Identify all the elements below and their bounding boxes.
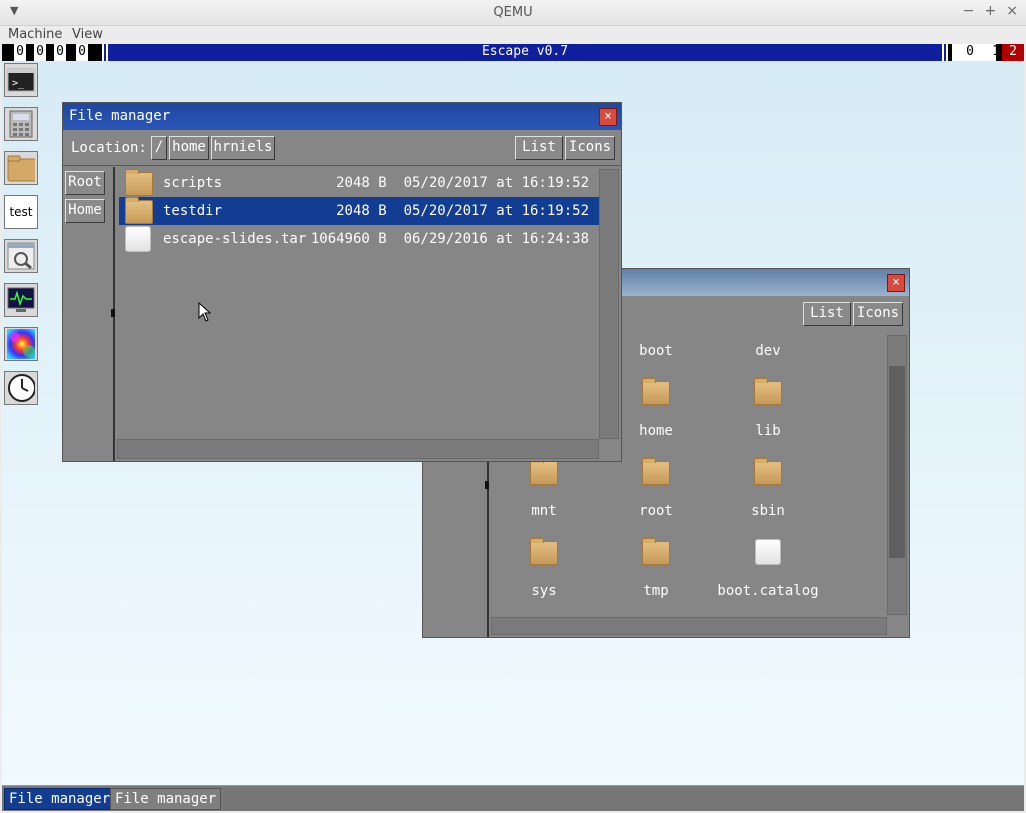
taskbar-item-file-manager-1[interactable]: File manager [4,788,116,810]
icon-label[interactable]: sbin [713,503,823,519]
dock-plasma[interactable] [4,327,38,361]
file-size: 2048 B [336,203,387,219]
svg-text:>_: >_ [12,78,25,89]
icon-label[interactable]: boot.catalog [713,583,823,599]
minimize-icon[interactable]: − [963,3,975,19]
file-list: scripts 2048 B 05/20/2017 at 16:19:52 te… [119,169,599,439]
calculator-icon [7,110,35,138]
dock-system-monitor[interactable] [4,283,38,317]
maximize-icon[interactable]: + [985,3,997,19]
file-row-testdir[interactable]: testdir 2048 B 05/20/2017 at 16:19:52 [119,197,599,225]
mouse-cursor-icon [198,302,212,322]
file-size: 1064960 B [310,231,387,247]
taskbar-item-file-manager-2[interactable]: File manager [110,788,222,810]
folder-icon[interactable] [642,458,670,485]
cpu-1-indicator: 0 [34,44,46,61]
icons-view-button[interactable]: Icons [565,136,615,160]
window-title[interactable]: File manager [63,103,621,130]
settings-icon [7,242,35,270]
icon-label[interactable]: tmp [601,583,711,599]
dock-settings[interactable] [4,239,38,273]
dock-terminal[interactable]: >_ [4,63,38,97]
places-pane: Root Home [63,167,115,461]
dock-text-editor[interactable]: test [4,195,38,229]
host-window-controls: − + × [963,3,1018,19]
root-place-button[interactable]: Root [65,171,105,195]
file-name: escape-slides.tar [163,231,307,247]
guest-desktop: 0 0 0 0 Escape v0.7 0 1 2 >_ test × List… [2,44,1024,811]
crumb-root-button[interactable]: / [151,136,167,160]
file-icon[interactable] [755,539,781,565]
dock-calculator[interactable] [4,107,38,141]
close-icon[interactable]: × [1006,3,1018,19]
text-test-icon: test [9,205,33,219]
location-label: Location: [71,140,147,156]
cpu-3-indicator: 0 [76,44,88,61]
folder-icon[interactable] [642,538,670,565]
file-icon [125,226,151,252]
horizontal-scrollbar[interactable] [491,617,887,635]
os-status-bar: 0 0 0 0 Escape v0.7 0 1 2 [2,44,1024,61]
vertical-scrollbar[interactable] [887,335,907,615]
horizontal-scrollbar[interactable] [117,439,599,459]
icon-label[interactable]: sys [489,583,599,599]
folder-icon [125,197,153,224]
cpu-2-indicator: 0 [54,44,66,61]
icon-label[interactable]: mnt [489,503,599,519]
terminal-icon: >_ [7,66,35,94]
clock-icon [7,374,35,402]
icon-label[interactable]: root [601,503,711,519]
menu-view[interactable]: View [72,27,103,42]
scrollbar-thumb[interactable] [889,366,905,558]
file-meta: 1064960 B 06/29/2016 at 16:24:38 [311,231,589,247]
host-titlebar: ▼ QEMU − + × [0,0,1026,26]
folder-icon[interactable] [642,378,670,405]
toolbar-divider [63,165,621,166]
status-indicator-2: 2 [1002,44,1024,61]
folder-icon[interactable] [530,538,558,565]
file-date: 05/20/2017 at 16:19:52 [403,175,589,191]
file-row-scripts[interactable]: scripts 2048 B 05/20/2017 at 16:19:52 [119,169,599,197]
folder-icon [125,169,153,196]
pane-splitter-handle[interactable] [485,481,489,489]
status-indicator-1: 1 [992,44,1000,59]
icons-view-button[interactable]: Icons [853,302,903,326]
folder-icon [7,154,35,182]
file-date: 05/20/2017 at 16:19:52 [403,203,589,219]
system-monitor-icon [7,286,35,314]
file-row-escape-slides[interactable]: escape-slides.tar 1064960 B 06/29/2016 a… [119,225,599,253]
dock-clock[interactable] [4,371,38,405]
folder-icon[interactable] [754,458,782,485]
folder-icon[interactable] [530,458,558,485]
file-meta: 2048 B 05/20/2017 at 16:19:52 [336,175,589,191]
list-view-button[interactable]: List [803,302,851,326]
icon-label[interactable]: dev [713,343,823,359]
dock-file-manager[interactable] [4,151,38,185]
file-manager-window-front[interactable]: File manager × Location: / home hrniels … [62,102,622,462]
file-date: 06/29/2016 at 16:24:38 [403,231,589,247]
pane-splitter-handle[interactable] [111,309,115,317]
icon-label[interactable]: lib [713,423,823,439]
home-place-button[interactable]: Home [65,199,105,223]
menu-machine[interactable]: Machine [8,27,62,42]
vertical-scrollbar[interactable] [599,169,619,439]
file-meta: 2048 B 05/20/2017 at 16:19:52 [336,203,589,219]
list-view-button[interactable]: List [515,136,563,160]
folder-icon[interactable] [754,378,782,405]
taskbar: File manager File manager [2,785,1024,811]
file-name: testdir [163,203,223,219]
plasma-icon [7,329,35,359]
host-window-title: QEMU [493,5,533,20]
os-title: Escape v0.7 [102,44,948,61]
status-indicator-0: 0 [966,44,974,59]
file-name: scripts [163,175,223,191]
close-icon[interactable]: × [887,274,905,292]
host-menubar: Machine View [0,26,1026,44]
crumb-hrniels-button[interactable]: hrniels [211,136,275,160]
file-size: 2048 B [336,175,387,191]
close-icon[interactable]: × [599,108,617,126]
cpu-0-indicator: 0 [14,44,26,61]
crumb-home-button[interactable]: home [169,136,209,160]
